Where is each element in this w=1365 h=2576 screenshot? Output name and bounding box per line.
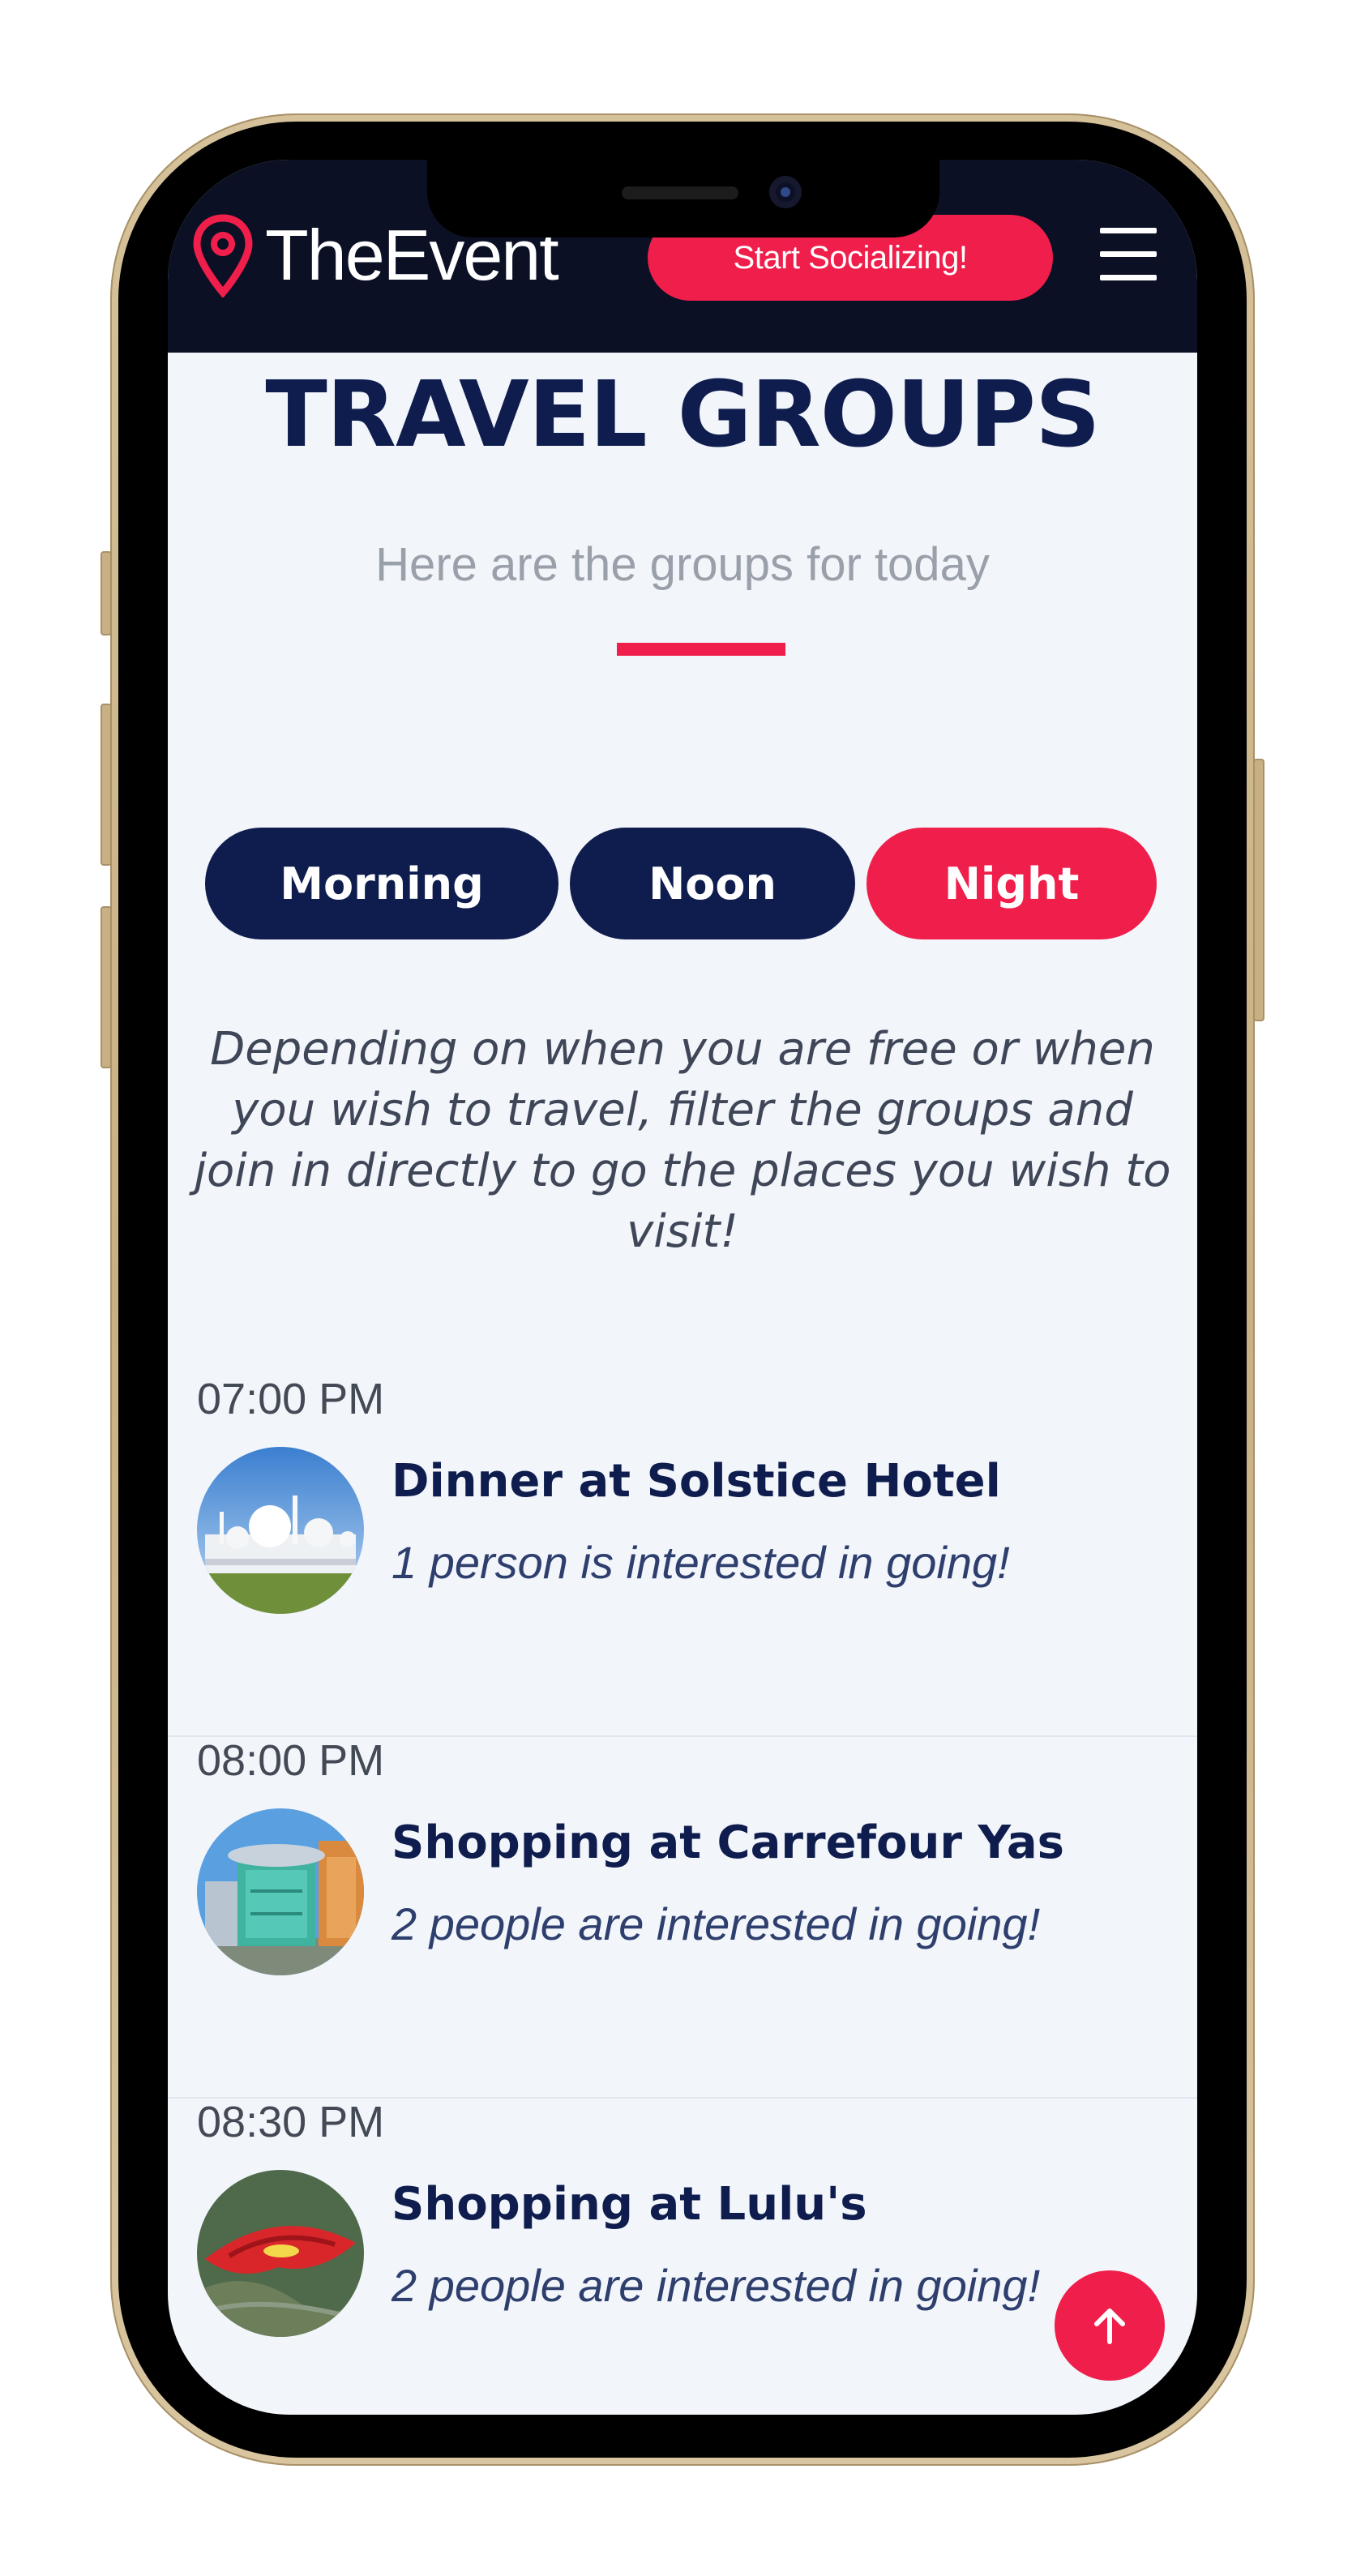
group-name[interactable]: Shopping at Lulu's — [392, 2178, 867, 2231]
phone-screen: TheEvent Start Socializing! TRAVEL GROUP… — [168, 160, 1197, 2415]
group-time: 07:00 PM — [197, 1375, 385, 1423]
arrow-up-icon — [1094, 2309, 1125, 2344]
filter-morning-button[interactable]: Morning — [205, 828, 558, 939]
group-interest-count: 2 people are interested in going! — [392, 1898, 1041, 1949]
group-name[interactable]: Shopping at Carrefour Yas — [392, 1816, 1064, 1869]
mall-image — [197, 1808, 364, 1975]
group-list-item[interactable]: 07:00 PM Dinner at Solstice Hotel 1 pers… — [168, 1374, 1197, 1737]
hamburger-menu-icon[interactable] — [1100, 228, 1157, 281]
group-interest-count: 1 person is interested in going! — [392, 1537, 1010, 1588]
phone-speaker — [622, 186, 738, 199]
page-title: TRAVEL GROUPS — [265, 362, 1100, 468]
map-pin-icon — [193, 214, 253, 297]
group-time: 08:00 PM — [197, 1736, 385, 1785]
filter-noon-button[interactable]: Noon — [570, 828, 855, 939]
group-list-item[interactable]: 08:00 PM Shopping at Carrefour Yas 2 peo… — [168, 1735, 1197, 2099]
phone-notch — [427, 160, 939, 237]
phone-volume-down — [101, 906, 112, 1068]
group-name[interactable]: Dinner at Solstice Hotel — [392, 1455, 1001, 1508]
group-list-item[interactable]: 08:30 PM Shopping at Lulu's 2 people are… — [168, 2097, 1197, 2415]
phone-power-button — [1253, 759, 1264, 1021]
mosque-image — [197, 1447, 364, 1614]
ferrari-world-image — [197, 2170, 364, 2337]
time-filter-group: Morning Noon Night — [168, 828, 1197, 941]
intro-text: Depending on when you are free or when y… — [194, 1023, 1171, 1258]
title-underline — [617, 643, 785, 656]
group-interest-count: 2 people are interested in going! — [392, 2260, 1041, 2311]
group-time: 08:30 PM — [197, 2098, 385, 2146]
scroll-to-top-button[interactable] — [1055, 2270, 1165, 2381]
phone-mute-switch — [101, 551, 112, 635]
filter-night-button[interactable]: Night — [866, 828, 1157, 939]
phone-volume-up — [101, 704, 112, 866]
page-subtitle: Here are the groups for today — [375, 538, 990, 591]
camera-icon — [769, 176, 802, 208]
